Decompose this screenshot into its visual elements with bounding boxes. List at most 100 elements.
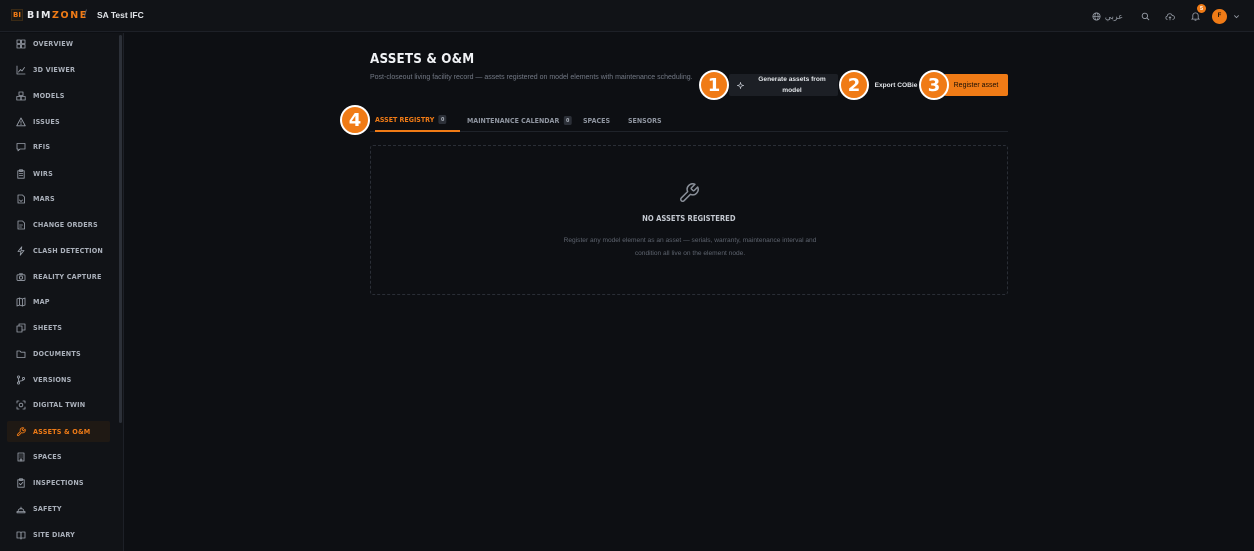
top-bar: BI BIMZONE / SA Test IFC عربي 5 F xyxy=(0,0,1254,32)
generate-assets-button[interactable]: Generate assets from model xyxy=(729,74,838,96)
sidebar-item-label: SHEETS xyxy=(33,323,63,332)
message-icon xyxy=(16,142,26,151)
cloud-upload-icon xyxy=(1165,12,1175,20)
sidebar-item-label: REALITY CAPTURE xyxy=(33,272,102,281)
sidebar-item-label: CLASH DETECTION xyxy=(33,246,104,255)
hard-hat-icon xyxy=(16,506,26,513)
logo-text-zone: ZONE xyxy=(52,9,88,21)
tab-label: SPACES xyxy=(583,116,611,125)
sidebar-item-map[interactable]: MAP xyxy=(7,291,110,312)
chart-icon xyxy=(16,65,26,74)
export-cobie-button[interactable]: Export COBie xyxy=(871,74,921,96)
sidebar-item-issues[interactable]: ISSUES xyxy=(7,111,110,132)
sidebar-item-sheets[interactable]: SHEETS xyxy=(7,317,110,338)
avatar[interactable]: F xyxy=(1212,8,1227,24)
page-subtitle: Post-closeout living facility record — a… xyxy=(370,74,693,81)
sync-button[interactable] xyxy=(1162,8,1178,24)
scan-icon xyxy=(16,400,26,409)
sidebar-item-digital-twin[interactable]: DIGITAL TWIN xyxy=(7,394,110,415)
camera-icon xyxy=(16,272,26,281)
sparkle-icon xyxy=(737,81,744,89)
callout-marker-1: 1 xyxy=(699,70,729,100)
git-branch-icon xyxy=(16,374,26,385)
sidebar-item-models[interactable]: MODELS xyxy=(7,85,110,106)
folder-icon xyxy=(16,350,26,358)
tab-maintenance-calendar[interactable]: MAINTENANCE CALENDAR 0 xyxy=(467,109,586,132)
sidebar-item-wirs[interactable]: WIRS xyxy=(7,163,110,184)
language-switcher[interactable]: عربي xyxy=(1092,12,1123,21)
sidebar-item-3d-viewer[interactable]: 3D VIEWER xyxy=(7,59,110,80)
register-asset-button[interactable]: Register asset xyxy=(944,74,1008,96)
sidebar-item-rfis[interactable]: RFIS xyxy=(7,136,110,157)
sidebar-scrollbar[interactable] xyxy=(119,35,122,423)
sidebar-item-documents[interactable]: DOCUMENTS xyxy=(7,343,110,364)
sidebar-item-label: ASSETS & O&M xyxy=(33,427,91,436)
tab-bar: ASSET REGISTRY 0 MAINTENANCE CALENDAR 0 SP… xyxy=(370,109,1008,132)
logo-badge: BI xyxy=(11,9,23,21)
app-logo[interactable]: BI BIMZONE xyxy=(11,9,88,21)
empty-state-title-text: NO ASSETS REGISTERED xyxy=(642,214,736,223)
search-icon xyxy=(1141,12,1149,20)
sidebar-item-label: MAP xyxy=(33,297,50,306)
document-arrow-icon xyxy=(17,194,25,203)
sidebar-item-assets-o-m[interactable]: ASSETS & O&M xyxy=(7,421,110,442)
clipboard-check-icon xyxy=(17,477,25,488)
search-button[interactable] xyxy=(1137,8,1153,24)
topbar-actions: عربي 5 F xyxy=(1092,4,1240,25)
sidebar-item-label: MODELS xyxy=(33,91,65,100)
sidebar-item-label: SPACES xyxy=(33,452,62,461)
sidebar-item-label: 3D VIEWER xyxy=(33,65,76,74)
empty-state-description: Register any model element as an asset —… xyxy=(563,237,817,257)
sheets-icon xyxy=(16,323,26,332)
globe-icon xyxy=(1092,11,1101,21)
sidebar-item-label: OVERVIEW xyxy=(33,39,74,48)
warning-icon xyxy=(16,117,26,126)
sidebar-item-label: SAFETY xyxy=(33,504,62,513)
grid-icon xyxy=(16,39,26,48)
map-icon xyxy=(16,297,26,306)
tab-sensors[interactable]: SENSORS xyxy=(628,109,666,132)
empty-state-panel: NO ASSETS REGISTERED Register any model … xyxy=(370,145,1008,295)
language-label: عربي xyxy=(1104,11,1123,21)
tab-spaces[interactable]: SPACES xyxy=(583,109,614,132)
sidebar-item-overview[interactable]: OVERVIEW xyxy=(7,33,110,54)
notification-count-badge: 5 xyxy=(1197,4,1206,13)
sidebar-item-label: DIGITAL TWIN xyxy=(33,400,86,409)
sidebar-item-inspections[interactable]: INSPECTIONS xyxy=(7,472,110,493)
sidebar-item-label: SITE DIARY xyxy=(33,530,76,539)
bell-icon xyxy=(1190,12,1200,21)
notifications-button[interactable]: 5 xyxy=(1187,4,1206,24)
sidebar-item-versions[interactable]: VERSIONS xyxy=(7,369,110,390)
tab-label: SENSORS xyxy=(628,116,662,125)
lightning-icon xyxy=(17,245,25,256)
tab-asset-registry[interactable]: ASSET REGISTRY 0 xyxy=(375,109,461,132)
boxes-icon xyxy=(16,91,26,100)
sidebar-item-change-orders[interactable]: CHANGE ORDERS xyxy=(7,214,110,235)
sidebar-item-label: VERSIONS xyxy=(33,375,72,384)
tab-label: MAINTENANCE CALENDAR xyxy=(467,116,560,125)
sidebar-item-spaces[interactable]: SPACES xyxy=(7,446,110,467)
sidebar-item-clash-detection[interactable]: CLASH DETECTION xyxy=(7,240,110,261)
tab-label: ASSET REGISTRY xyxy=(375,115,435,124)
sidebar-item-label: DOCUMENTS xyxy=(33,349,81,358)
sidebar-item-site-diary[interactable]: SITE DIARY xyxy=(7,524,110,545)
wrench-icon xyxy=(16,426,26,436)
breadcrumb-separator: / xyxy=(84,9,87,20)
callout-marker-4: 4 xyxy=(340,105,370,135)
sidebar-item-mars[interactable]: MARS xyxy=(7,188,110,209)
tab-count-badge: 0 xyxy=(563,116,572,125)
building-icon xyxy=(17,452,25,461)
chevron-down-icon[interactable] xyxy=(1233,13,1240,20)
clipboard-icon xyxy=(17,168,25,179)
breadcrumb-project[interactable]: SA Test IFC xyxy=(97,10,144,20)
tab-count-badge: 0 xyxy=(438,115,447,124)
sidebar-item-safety[interactable]: SAFETY xyxy=(7,498,110,519)
sidebar-item-label: MARS xyxy=(33,194,55,203)
sidebar-item-label: INSPECTIONS xyxy=(33,478,84,487)
sidebar: OVERVIEW 3D VIEWER MODELS ISSUES RFIS WIRS MAR… xyxy=(0,33,124,551)
edit-document-icon xyxy=(17,220,25,229)
wrench-icon xyxy=(680,183,699,202)
sidebar-item-reality-capture[interactable]: REALITY CAPTURE xyxy=(7,266,110,287)
sidebar-item-label: CHANGE ORDERS xyxy=(33,220,98,229)
sidebar-item-label: ISSUES xyxy=(33,117,60,126)
